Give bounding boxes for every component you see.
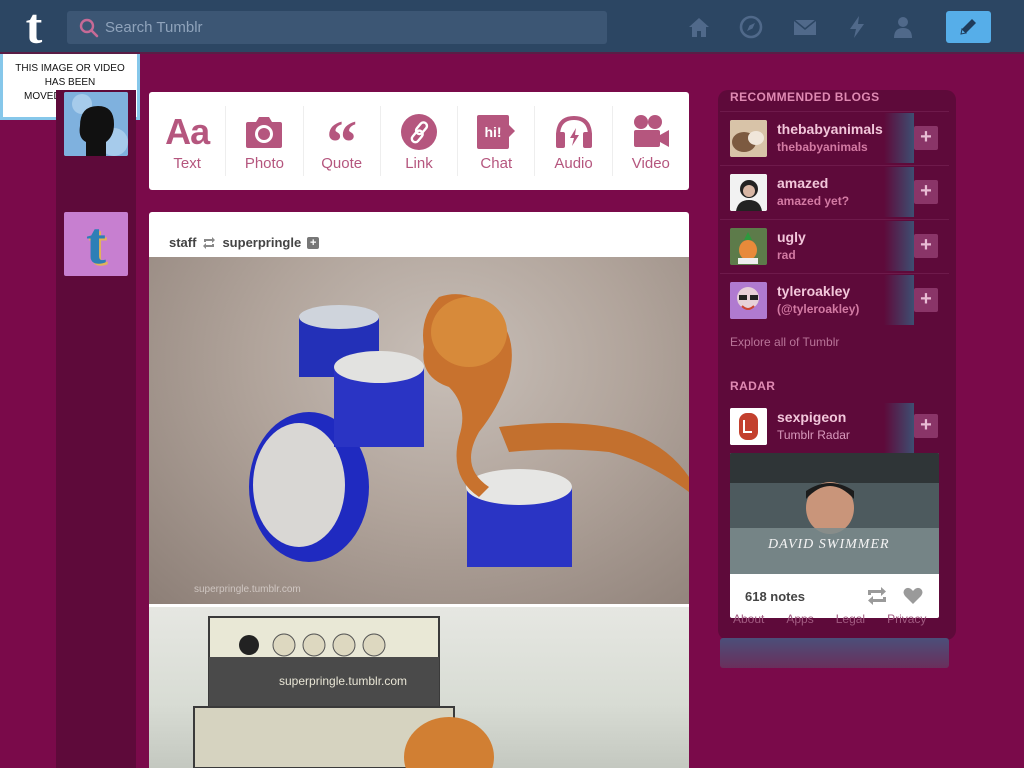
compass-icon[interactable] (738, 14, 764, 40)
follow-blog-button[interactable]: + (914, 126, 938, 150)
pencil-icon (960, 19, 976, 35)
explore-link[interactable]: Explore all of Tumblr (730, 335, 839, 349)
radar-title: RADAR (730, 379, 776, 393)
footer-link-apps[interactable]: Apps (786, 612, 813, 626)
broken-image-text-line2: HAS BEEN (44, 77, 96, 88)
person-icon[interactable] (890, 14, 916, 40)
follow-blog-button[interactable]: + (914, 180, 938, 204)
user-avatar[interactable] (64, 92, 128, 156)
sidebar-bottom-panel (720, 638, 949, 668)
top-navigation-bar: t (0, 0, 1024, 54)
compose-button[interactable] (946, 11, 991, 43)
radar-image-caption: DAVID SWIMMER (768, 537, 890, 552)
blog-name[interactable]: ugly (777, 229, 806, 245)
recommended-blog-row[interactable]: ugly rad + (720, 219, 949, 271)
post-type-label: Chat (480, 154, 513, 172)
blog-subtitle: amazed yet? (777, 194, 850, 208)
tumblr-logo-icon[interactable]: t (12, 1, 56, 51)
post-type-label: Quote (321, 154, 363, 172)
radar-blog-avatar-icon (730, 408, 767, 445)
blog-subtitle: thebabyanimals (777, 140, 868, 154)
recommended-blog-row[interactable]: amazed amazed yet? + (720, 165, 949, 217)
post-type-label: Text (173, 154, 201, 172)
post-type-label: Photo (244, 154, 285, 172)
follow-blog-button[interactable]: + (914, 288, 938, 312)
footer-link-privacy[interactable]: Privacy (887, 612, 926, 626)
post-type-video-button[interactable]: Video (613, 106, 689, 176)
camera-icon (246, 116, 283, 148)
blog-avatar[interactable] (730, 174, 767, 211)
follow-plus-icon[interactable]: + (307, 236, 320, 249)
blog-name[interactable]: sexpigeon (777, 409, 846, 425)
home-icon[interactable] (686, 14, 712, 40)
quote-icon: “ (326, 108, 358, 177)
drum-set-lizard-illustration: superpringle.tumblr.com (194, 294, 689, 595)
post-type-label: Video (631, 154, 670, 172)
drawing-icon (730, 228, 767, 265)
broken-image-text-line1: THIS IMAGE OR VIDEO (15, 63, 125, 74)
tumblr-blog-avatar[interactable]: t (64, 212, 128, 276)
follow-blog-button[interactable]: + (914, 234, 938, 258)
recommended-blog-row[interactable]: thebabyanimals thebabyanimals + (720, 111, 949, 163)
blog-name[interactable]: amazed (777, 175, 828, 191)
blog-name[interactable]: thebabyanimals (777, 121, 883, 137)
follow-blog-button[interactable]: + (914, 414, 938, 438)
photo-watermark: superpringle.tumblr.com (279, 674, 407, 688)
headphones-icon (555, 115, 592, 148)
post-photo[interactable]: superpringle.tumblr.com (149, 257, 689, 604)
footer-links: About Apps Legal Privacy (733, 612, 926, 626)
radar-post-card[interactable]: DAVID SWIMMER 618 notes (730, 453, 939, 618)
radar-post-image[interactable]: DAVID SWIMMER (730, 453, 939, 574)
footer-link-about[interactable]: About (733, 612, 764, 626)
post-type-bar: Aa Text Photo “ Quote Link hi! Chat Audi… (149, 92, 689, 190)
reblog-icon (203, 236, 216, 249)
post-type-quote-button[interactable]: “ Quote (304, 106, 381, 176)
post-type-label: Link (405, 154, 433, 172)
post-type-label: Audio (554, 154, 593, 172)
notes-count[interactable]: 618 notes (745, 589, 805, 604)
mail-icon[interactable] (792, 14, 818, 40)
post-type-text-button[interactable]: Aa Text (149, 106, 227, 176)
video-camera-icon (633, 114, 669, 147)
blog-avatar[interactable] (730, 408, 767, 445)
svg-text:hi!: hi! (485, 124, 502, 140)
text-aa-icon: Aa (165, 110, 210, 152)
blog-subtitle: Tumblr Radar (777, 428, 850, 442)
post-author-link[interactable]: staff (169, 235, 196, 250)
silhouette-icon (64, 92, 128, 156)
post-type-chat-button[interactable]: hi! Chat (458, 106, 536, 176)
search-bar[interactable] (67, 11, 607, 44)
dashboard-post: staff superpringle + superpringle.tumblr… (149, 212, 689, 768)
post-type-photo-button[interactable]: Photo (226, 106, 304, 176)
reblog-icon[interactable] (866, 587, 888, 605)
chat-icon: hi! (477, 114, 516, 149)
blog-avatar[interactable] (730, 228, 767, 265)
blog-name[interactable]: tyleroakley (777, 283, 850, 299)
post-photo[interactable]: superpringle.tumblr.com (149, 607, 689, 768)
amp-lizard-illustration: superpringle.tumblr.com (193, 616, 494, 768)
search-icon (79, 18, 99, 38)
portrait-icon (730, 174, 767, 211)
swimmer-gif-illustration (730, 453, 939, 574)
radar-blog-row[interactable]: sexpigeon Tumblr Radar + (720, 402, 949, 453)
heart-icon[interactable] (903, 587, 923, 605)
animal-photo-icon (730, 120, 767, 157)
blog-avatar[interactable] (730, 282, 767, 319)
portrait-icon (730, 282, 767, 319)
blog-avatar[interactable] (730, 120, 767, 157)
reblogged-from-link[interactable]: superpringle (222, 235, 301, 250)
post-header: staff superpringle + (149, 212, 689, 257)
recommended-blogs-title: RECOMMENDED BLOGS (730, 90, 880, 104)
post-type-audio-button[interactable]: Audio (535, 106, 613, 176)
left-avatar-column (56, 90, 136, 768)
link-icon (400, 113, 437, 150)
footer-link-legal[interactable]: Legal (836, 612, 865, 626)
post-type-link-button[interactable]: Link (381, 106, 459, 176)
lightning-icon[interactable] (844, 14, 870, 40)
photo-watermark: superpringle.tumblr.com (194, 584, 301, 595)
search-input[interactable] (105, 11, 600, 44)
recommended-blog-row[interactable]: tyleroakley (@tyleroakley) + (720, 273, 949, 325)
blog-subtitle: (@tyleroakley) (777, 302, 860, 316)
blog-subtitle: rad (777, 248, 796, 262)
